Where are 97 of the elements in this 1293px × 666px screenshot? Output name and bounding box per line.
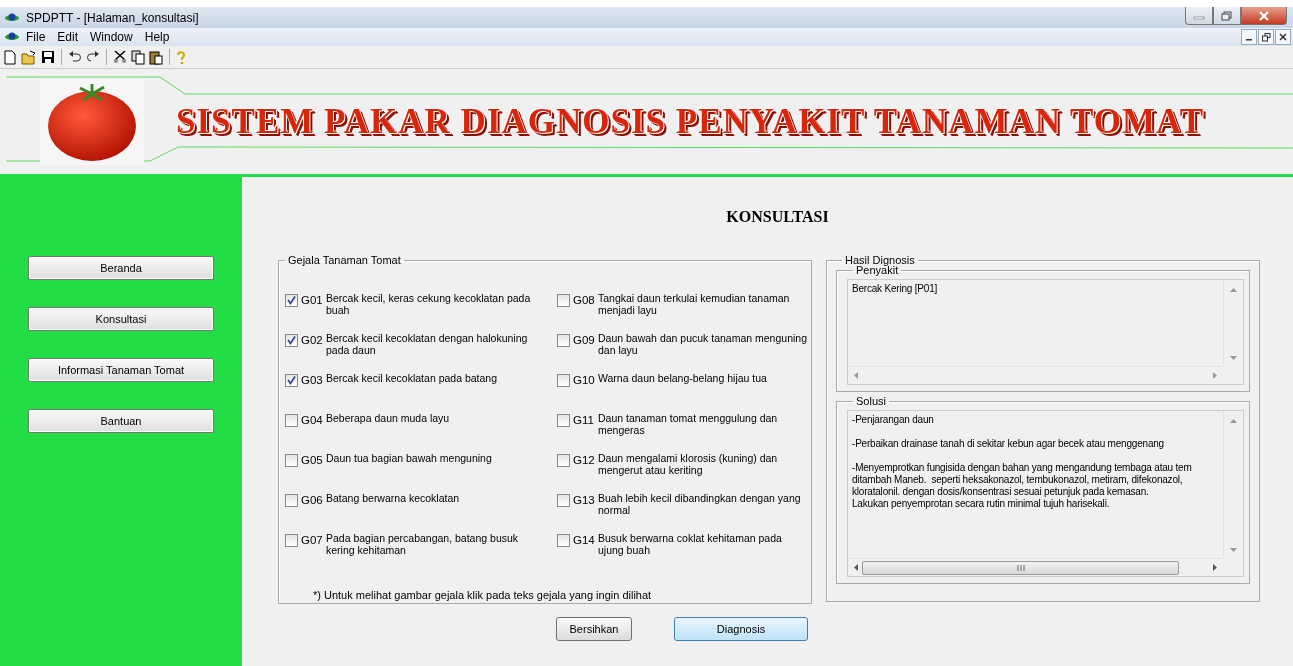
minimize-button[interactable] xyxy=(1185,7,1213,25)
symptom-label[interactable]: Daun bawah dan pucuk tanaman menguning dan layu xyxy=(598,332,807,356)
right-arrow-icon xyxy=(1213,564,1217,571)
checkbox[interactable] xyxy=(557,294,570,307)
checkbox[interactable] xyxy=(285,494,298,507)
up-arrow-icon xyxy=(1230,419,1237,423)
symptom-code: G07 xyxy=(301,534,323,546)
symptom-label[interactable]: Daun mengalami klorosis (kuning) dan mengerut atau keriting xyxy=(598,452,807,476)
solution-paragraph: -Perbaikan drainase tanah di sekitar kebun agar becek atau menggenang xyxy=(852,438,1165,450)
down-arrow-icon xyxy=(1230,548,1237,552)
checkbox[interactable] xyxy=(285,454,298,467)
symptom-label[interactable]: Tangkai daun terkulai kemudian tanaman menjadi layu xyxy=(598,292,807,316)
group-label: Hasil Dignosis xyxy=(844,254,916,266)
restore-icon xyxy=(1261,32,1271,42)
checkbox[interactable] xyxy=(285,414,298,427)
symptom-label[interactable]: Daun tua bagian bawah menguning xyxy=(326,452,536,464)
copy-icon[interactable] xyxy=(131,49,145,65)
symptom-code: G10 xyxy=(573,374,595,386)
save-icon[interactable] xyxy=(41,50,55,64)
checkbox[interactable] xyxy=(557,454,570,467)
symptom-code: G14 xyxy=(573,534,595,546)
new-file-icon[interactable] xyxy=(3,49,17,65)
symptom-code: G02 xyxy=(301,334,323,346)
checkbox[interactable] xyxy=(285,334,298,347)
checkbox[interactable] xyxy=(557,494,570,507)
menu-item[interactable]: Help xyxy=(138,30,176,44)
nav-button[interactable]: Konsultasi xyxy=(28,307,214,331)
symptom-code: G08 xyxy=(573,294,595,306)
restore-icon xyxy=(1221,10,1233,21)
redo-icon[interactable] xyxy=(86,51,100,63)
folder-icon[interactable] xyxy=(21,49,37,65)
app-icon xyxy=(4,11,20,24)
symptom-code: G01 xyxy=(301,294,323,306)
menu-item[interactable]: Window xyxy=(84,30,139,44)
close-icon xyxy=(1279,33,1287,41)
solution-paragraph: -Penjarangan daun xyxy=(852,414,935,426)
restore-button[interactable] xyxy=(1258,29,1274,45)
symptom-code: G03 xyxy=(301,374,323,386)
checkmark-icon xyxy=(286,295,297,306)
symptom-code: G09 xyxy=(573,334,595,346)
window-title: SPDPTT - [Halaman_konsultasi] xyxy=(26,10,199,25)
group-label: Solusi xyxy=(855,395,887,407)
checkbox[interactable] xyxy=(285,534,298,547)
checkbox[interactable] xyxy=(557,374,570,387)
up-arrow-icon xyxy=(1230,288,1237,292)
symptom-label[interactable]: Pada bagian percabangan, batang busuk kering kehitaman xyxy=(326,532,536,556)
page-title: KONSULTASI xyxy=(725,208,830,226)
checkmark-icon xyxy=(286,335,297,346)
undo-icon[interactable] xyxy=(68,51,82,63)
symptom-label[interactable]: Warna daun belang-belang hijau tua xyxy=(598,372,807,384)
scrollbar-thumb[interactable] xyxy=(862,560,1179,575)
down-arrow-icon xyxy=(1230,356,1237,360)
checkbox[interactable] xyxy=(557,414,570,427)
symptom-label[interactable]: Buah lebih kecil dibandingkan dengan yang normal xyxy=(598,492,807,516)
close-button[interactable] xyxy=(1275,29,1291,45)
solution-text-area[interactable] xyxy=(847,410,1244,577)
symptom-label[interactable]: Beberapa daun muda layu xyxy=(326,412,536,424)
symptom-label[interactable]: Daun tanaman tomat menggulung dan mengeras xyxy=(598,412,807,436)
symptom-code: G13 xyxy=(573,494,595,506)
solution-paragraph: -Menyemprotkan fungisida dengan bahan yang mengandung tembaga atau tem ditambah Maneb. seperti heksakonazol, tembukonazol, metiram, difekonazol, kloratalonil. dengan dosis/konsentrasi sesuai petunjuk pada kemasan. Lakukan penyemprotan secara rutin minimal tujuh harisekali. xyxy=(852,462,1193,510)
checkmark-icon xyxy=(286,375,297,386)
checkbox[interactable] xyxy=(557,334,570,347)
close-icon xyxy=(1258,10,1270,21)
paste-icon[interactable] xyxy=(149,49,163,65)
left-arrow-icon xyxy=(854,564,858,571)
grip-icon xyxy=(1016,564,1025,571)
symptom-code: G04 xyxy=(301,414,323,426)
menu-item[interactable]: File xyxy=(20,30,52,44)
banner-title: SISTEM PAKAR DIAGNOSIS PENYAKIT TANAMAN TOMAT xyxy=(176,101,1205,142)
symptom-label[interactable]: Batang berwarna kecoklatan xyxy=(326,492,536,504)
checkbox[interactable] xyxy=(285,374,298,387)
action-button[interactable]: Bersihkan xyxy=(556,617,632,641)
hint-text: *) Untuk melihat gambar gejala klik pada teks gejala yang ingin dilihat xyxy=(313,589,652,601)
symptom-code: G12 xyxy=(573,454,595,466)
symptom-label[interactable]: Bercak kecil, keras cekung kecoklatan pada buah xyxy=(326,292,536,316)
horizontal-scrollbar[interactable] xyxy=(848,558,1223,576)
disease-text-area[interactable]: Bercak Kering [P01] xyxy=(847,279,1244,385)
action-button[interactable]: Diagnosis xyxy=(674,617,808,641)
left-arrow-icon xyxy=(854,372,858,379)
symptom-code: G05 xyxy=(301,454,323,466)
symptom-label[interactable]: Bercak kecil kecoklatan dengan halokuning pada daun xyxy=(326,332,536,356)
minimize-button[interactable] xyxy=(1241,29,1257,45)
symptom-code: G06 xyxy=(301,494,323,506)
right-arrow-icon xyxy=(1213,372,1217,379)
group-label: Gejala Tanaman Tomat xyxy=(287,254,402,266)
symptom-label[interactable]: Bercak kecil kecoklatan pada batang xyxy=(326,372,536,384)
scissors-icon[interactable] xyxy=(113,50,127,64)
nav-button[interactable]: Informasi Tanaman Tomat xyxy=(28,358,214,382)
symptom-label[interactable]: Busuk berwarna coklat kehitaman pada ujung buah xyxy=(598,532,807,556)
app-icon xyxy=(4,31,20,43)
menu-item[interactable]: Edit xyxy=(51,30,85,44)
nav-button[interactable]: Beranda xyxy=(28,256,214,280)
checkbox[interactable] xyxy=(557,534,570,547)
nav-button[interactable]: Bantuan xyxy=(28,409,214,433)
symptom-code: G11 xyxy=(573,414,595,426)
checkbox[interactable] xyxy=(285,294,298,307)
disease-result: Bercak Kering [P01] xyxy=(852,283,939,294)
